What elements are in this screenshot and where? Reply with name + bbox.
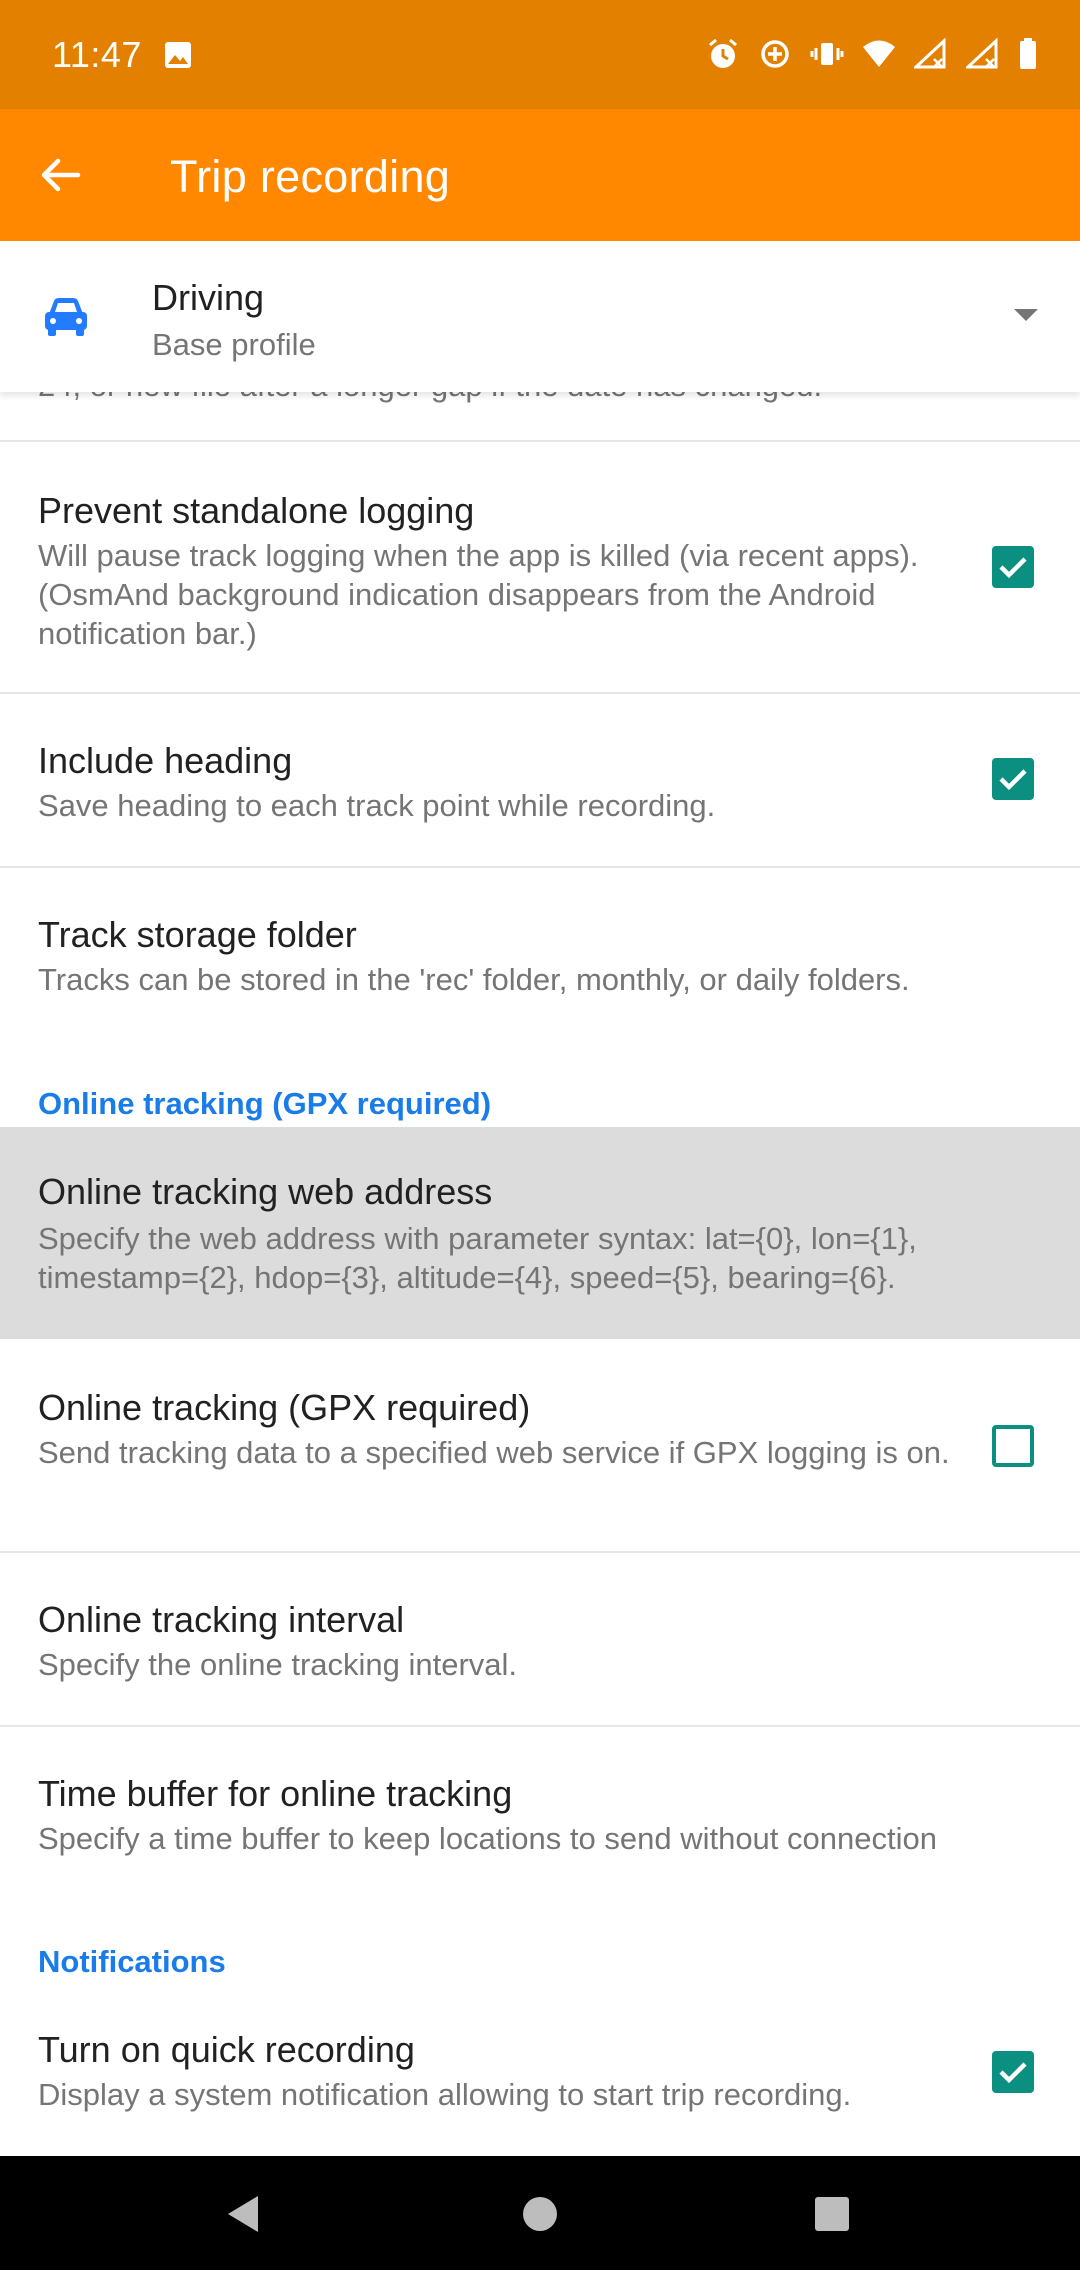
setting-include-heading[interactable]: Include heading Save heading to each tra… (0, 694, 1080, 866)
checkbox-unchecked[interactable] (992, 1425, 1034, 1467)
setting-online-tracking-web-address[interactable]: Online tracking web address Specify the … (0, 1127, 1080, 1339)
setting-online-tracking-interval[interactable]: Online tracking interval Specify the onl… (0, 1553, 1080, 1725)
dropdown-arrow-icon (1014, 309, 1038, 321)
setting-title: Time buffer for online tracking (38, 1773, 513, 1814)
home-nav-button[interactable] (518, 2192, 562, 2236)
check-icon (999, 557, 1027, 579)
setting-title: Online tracking web address (38, 1171, 493, 1212)
page-title: Trip recording (170, 151, 451, 202)
setting-title: Online tracking (GPX required) (38, 1387, 531, 1428)
setting-title: Online tracking interval (38, 1599, 405, 1640)
checkbox-checked[interactable] (992, 546, 1034, 588)
recents-nav-button[interactable] (810, 2192, 854, 2236)
check-icon (999, 2062, 1027, 2084)
setting-description: Will pause track logging when the app is… (38, 538, 919, 651)
setting-description: Send tracking data to a specified web se… (38, 1435, 950, 1470)
profile-name: Driving (152, 277, 265, 318)
section-header-notifications: Notifications (38, 1944, 226, 1979)
data-saver-icon (758, 37, 792, 71)
triangle-back-icon (228, 2196, 258, 2232)
square-recents-icon (815, 2197, 849, 2231)
status-bar: 11:47 (0, 0, 1080, 109)
setting-description: Specify the online tracking interval. (38, 1647, 518, 1682)
system-navigation-bar (0, 2156, 1080, 2270)
profile-selector[interactable]: Driving Base profile (0, 241, 1080, 392)
setting-prevent-standalone-logging[interactable]: Prevent standalone logging Will pause tr… (0, 442, 1080, 692)
back-button[interactable] (30, 145, 90, 205)
setting-title: Include heading (38, 740, 293, 781)
app-toolbar: Trip recording (0, 109, 1080, 241)
vibrate-icon (810, 37, 844, 71)
signal-icon (912, 37, 948, 71)
setting-title: Prevent standalone logging (38, 490, 475, 531)
setting-description: Save heading to each track point while r… (38, 788, 716, 823)
setting-title: Track storage folder (38, 914, 357, 955)
circle-home-icon (523, 2197, 557, 2231)
status-time: 11:47 (52, 34, 142, 75)
setting-description: Display a system notification allowing t… (38, 2077, 852, 2112)
signal-icon (964, 37, 1000, 71)
car-icon (40, 291, 92, 343)
status-icons (706, 34, 1038, 74)
checkbox-checked[interactable] (992, 758, 1034, 800)
setting-time-buffer[interactable]: Time buffer for online tracking Specify … (0, 1727, 1080, 1877)
image-icon (163, 40, 193, 70)
setting-title: Turn on quick recording (38, 2029, 415, 2070)
setting-description: Specify a time buffer to keep locations … (38, 1821, 937, 1856)
setting-description: Tracks can be stored in the 'rec' folder… (38, 962, 910, 997)
arrow-left-icon (41, 158, 81, 192)
setting-online-tracking-toggle[interactable]: Online tracking (GPX required) Send trac… (0, 1339, 1080, 1551)
section-header-online-tracking: Online tracking (GPX required) (38, 1086, 492, 1121)
setting-description: Specify the web address with parameter s… (38, 1221, 917, 1295)
checkbox-checked[interactable] (992, 2051, 1034, 2093)
setting-track-storage-folder[interactable]: Track storage folder Tracks can be store… (0, 868, 1080, 1018)
profile-subtitle: Base profile (152, 327, 316, 362)
setting-quick-recording[interactable]: Turn on quick recording Display a system… (0, 1985, 1080, 2155)
check-icon (999, 769, 1027, 791)
back-nav-button[interactable] (222, 2192, 266, 2236)
wifi-icon (862, 37, 896, 71)
battery-icon (1018, 37, 1038, 71)
alarm-icon (706, 37, 740, 71)
